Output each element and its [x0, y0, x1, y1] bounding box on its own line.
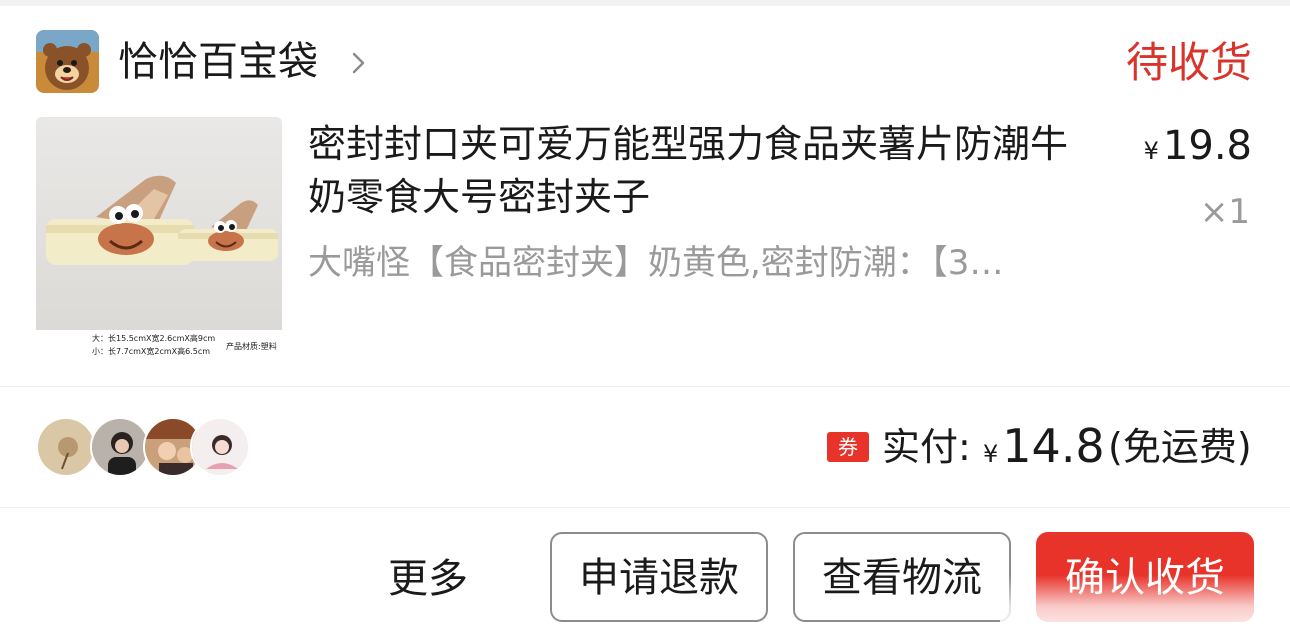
product-sku: 大嘴怪【食品密封夹】奶黄色,密封防潮：【3… [308, 243, 1004, 283]
caption-size-small: 小：长7.7cmX宽2cmX高6.5cm [92, 347, 211, 356]
product-image-caption: 大：长15.5cmX宽2.6cmX高9cm 小：长7.7cmX宽2cmX高6.5… [36, 330, 282, 362]
divider [0, 386, 1290, 387]
caption-size-large: 大：长15.5cmX宽2.6cmX高9cm [92, 334, 216, 343]
top-separator [0, 0, 1290, 6]
sealing-clip-illustration [36, 117, 282, 330]
buyer-avatar-4-icon [190, 417, 250, 477]
chevron-right-icon[interactable] [346, 50, 372, 76]
coupon-badge: 券 [827, 432, 869, 462]
confirm-receipt-button[interactable]: 确认收货 [1036, 532, 1254, 622]
paid-amount: ¥14.8 [983, 418, 1105, 482]
product-title[interactable]: 密封封口夹可爱万能型强力食品夹薯片防潮牛奶零食大号密封夹子 [308, 118, 1098, 224]
more-button[interactable]: 更多 [388, 553, 468, 605]
request-refund-button[interactable]: 申请退款 [550, 532, 768, 622]
product-quantity: ×1 [1199, 192, 1250, 232]
currency-symbol: ¥ [1143, 137, 1159, 165]
caption-material: 产品材质:塑料 [226, 342, 277, 351]
product-image[interactable]: 大：长15.5cmX宽2.6cmX高9cm 小：长7.7cmX宽2cmX高6.5… [36, 117, 282, 362]
price-value: 19.8 [1162, 123, 1252, 169]
paid-value: 14.8 [1002, 419, 1105, 473]
currency-symbol: ¥ [983, 440, 999, 468]
free-shipping-note: (免运费) [1108, 425, 1252, 469]
buyer-avatar-2-icon [90, 417, 150, 477]
order-status: 待收货 [1125, 38, 1252, 87]
product-price: ¥19.8 [1144, 120, 1252, 177]
view-logistics-button[interactable]: 查看物流 [793, 532, 1011, 622]
paid-label: 实付: [882, 425, 971, 469]
buyer-avatar-1-icon [36, 417, 96, 477]
shop-avatar-icon[interactable] [36, 30, 99, 93]
shop-name[interactable]: 恰恰百宝袋 [118, 38, 318, 86]
divider [0, 507, 1290, 508]
